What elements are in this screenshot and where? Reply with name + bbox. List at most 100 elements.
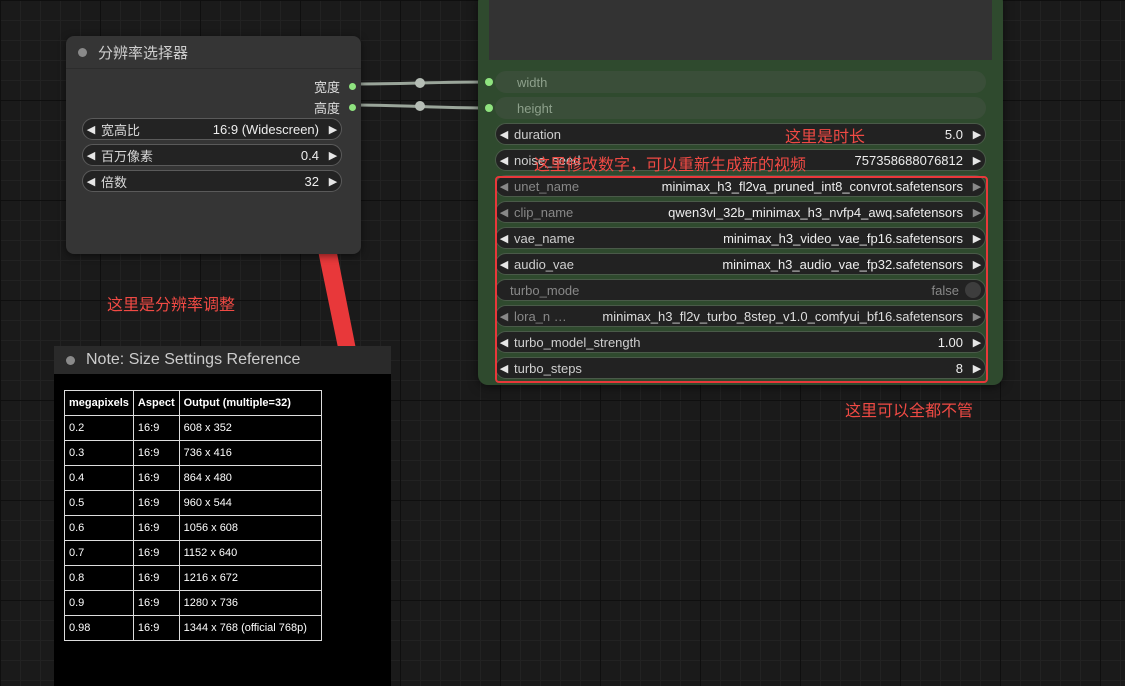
table-cell: 0.4 [64, 465, 134, 491]
header-cell: megapixels [64, 390, 134, 416]
table-row: 0.8 16:9 1216 x 672 [64, 565, 322, 591]
table-row: 0.4 16:9 864 x 480 [64, 465, 322, 491]
arrow-left-icon[interactable]: ◀ [496, 336, 512, 349]
link-width-reroute [415, 78, 425, 88]
turbo-steps-widget[interactable]: ◀ turbo_steps 8 ▶ [495, 357, 986, 379]
table-row: 0.2 16:9 608 x 352 [64, 415, 322, 441]
node-header[interactable]: 分辨率选择器 [66, 36, 361, 69]
table-cell: 0.5 [64, 490, 134, 516]
arrow-left-icon[interactable]: ◀ [496, 258, 512, 271]
arrow-right-icon[interactable]: ▶ [969, 232, 985, 245]
header-cell: Aspect [132, 390, 180, 416]
resolution-selector-node[interactable]: 分辨率选择器 宽度 高度 ◀ 宽高比 16:9 (Widescreen) ▶ ◀… [66, 36, 361, 254]
input-height[interactable]: height [495, 97, 986, 119]
arrow-left-icon[interactable]: ◀ [496, 362, 512, 375]
arrow-right-icon[interactable]: ▶ [969, 180, 985, 193]
table-cell: 16:9 [132, 490, 180, 516]
arrow-right-icon[interactable]: ▶ [969, 206, 985, 219]
table-cell: 16:9 [132, 440, 180, 466]
table-header-row: megapixels Aspect Output (multiple=32) [64, 390, 322, 416]
note-node[interactable]: Note: Size Settings Reference megapixels… [54, 346, 391, 686]
header-cell: Output (multiple=32) [178, 390, 322, 416]
lora-name-widget[interactable]: ◀ lora_n … minimax_h3_fl2v_turbo_8step_v… [495, 305, 986, 327]
output-pin-icon[interactable] [349, 83, 356, 90]
annotation-resolution: 这里是分辨率调整 [107, 297, 236, 314]
input-pin-icon[interactable] [485, 78, 493, 86]
preview-area [489, 0, 992, 60]
arrow-left-icon[interactable]: ◀ [83, 175, 99, 188]
arrow-left-icon[interactable]: ◀ [83, 123, 99, 136]
arrow-right-icon[interactable]: ▶ [325, 149, 341, 162]
table-cell: 16:9 [132, 565, 180, 591]
turbo-model-strength-widget[interactable]: ◀ turbo_model_strength 1.00 ▶ [495, 331, 986, 353]
arrow-left-icon[interactable]: ◀ [83, 149, 99, 162]
input-pin-icon[interactable] [485, 104, 493, 112]
table-cell: 16:9 [132, 615, 180, 641]
unet-name-widget[interactable]: ◀ unet_name minimax_h3_fl2va_pruned_int8… [495, 175, 986, 197]
arrow-right-icon[interactable]: ▶ [969, 154, 985, 167]
table-cell: 16:9 [132, 540, 180, 566]
table-row: 0.9 16:9 1280 x 736 [64, 590, 322, 616]
table-cell: 1216 x 672 [178, 565, 322, 591]
output-width[interactable]: 宽度 [314, 77, 356, 96]
table-cell: 1056 x 608 [178, 515, 322, 541]
annotation-ignore: 这里可以全都不管 [845, 403, 974, 420]
annotation-duration: 这里是时长 [785, 129, 866, 146]
node-header[interactable]: Note: Size Settings Reference [54, 346, 391, 374]
audio-vae-widget[interactable]: ◀ audio_vae minimax_h3_audio_vae_fp32.sa… [495, 253, 986, 275]
video-generator-node[interactable]: width height ◀ duration 5.0 ▶ ◀ noise_se… [478, 0, 1003, 385]
clip-name-widget[interactable]: ◀ clip_name qwen3vl_32b_minimax_h3_nvfp4… [495, 201, 986, 223]
megapixels-widget[interactable]: ◀ 百万像素 0.4 ▶ [82, 144, 342, 166]
table-row: 0.5 16:9 960 x 544 [64, 490, 322, 516]
size-reference-table: megapixels Aspect Output (multiple=32) 0… [64, 390, 322, 641]
table-cell: 0.3 [64, 440, 134, 466]
table-row: 0.6 16:9 1056 x 608 [64, 515, 322, 541]
table-cell: 1280 x 736 [178, 590, 322, 616]
table-row: 0.3 16:9 736 x 416 [64, 440, 322, 466]
arrow-left-icon[interactable]: ◀ [496, 154, 512, 167]
collapse-dot-icon[interactable] [78, 47, 87, 57]
table-cell: 0.2 [64, 415, 134, 441]
annotation-seed: 这里修改数字，可以重新生成新的视频 [534, 157, 807, 174]
table-cell: 960 x 544 [178, 490, 322, 516]
table-cell: 864 x 480 [178, 465, 322, 491]
arrow-right-icon[interactable]: ▶ [969, 336, 985, 349]
table-cell: 16:9 [132, 590, 180, 616]
table-cell: 16:9 [132, 465, 180, 491]
duration-widget[interactable]: ◀ duration 5.0 ▶ [495, 123, 986, 145]
vae-name-widget[interactable]: ◀ vae_name minimax_h3_video_vae_fp16.saf… [495, 227, 986, 249]
turbo-mode-toggle[interactable]: turbo_mode false [495, 279, 986, 301]
table-cell: 16:9 [132, 515, 180, 541]
arrow-right-icon[interactable]: ▶ [969, 128, 985, 141]
table-row: 0.7 16:9 1152 x 640 [64, 540, 322, 566]
aspect-ratio-widget[interactable]: ◀ 宽高比 16:9 (Widescreen) ▶ [82, 118, 342, 140]
table-cell: 736 x 416 [178, 440, 322, 466]
table-cell: 0.7 [64, 540, 134, 566]
table-cell: 608 x 352 [178, 415, 322, 441]
link-height-reroute [415, 101, 425, 111]
toggle-switch-icon[interactable] [965, 282, 981, 298]
output-height[interactable]: 高度 [314, 98, 356, 117]
output-pin-icon[interactable] [349, 104, 356, 111]
arrow-left-icon[interactable]: ◀ [496, 232, 512, 245]
node-title: Note: Size Settings Reference [86, 351, 301, 368]
arrow-left-icon[interactable]: ◀ [496, 180, 512, 193]
table-cell: 0.8 [64, 565, 134, 591]
arrow-left-icon[interactable]: ◀ [496, 128, 512, 141]
arrow-left-icon[interactable]: ◀ [496, 310, 512, 323]
multiple-widget[interactable]: ◀ 倍数 32 ▶ [82, 170, 342, 192]
collapse-dot-icon[interactable] [66, 355, 75, 365]
arrow-right-icon[interactable]: ▶ [325, 123, 341, 136]
arrow-left-icon[interactable]: ◀ [496, 206, 512, 219]
table-cell: 16:9 [132, 415, 180, 441]
arrow-right-icon[interactable]: ▶ [969, 258, 985, 271]
arrow-right-icon[interactable]: ▶ [325, 175, 341, 188]
arrow-right-icon[interactable]: ▶ [969, 310, 985, 323]
table-row: 0.98 16:9 1344 x 768 (official 768p) [64, 615, 322, 641]
arrow-right-icon[interactable]: ▶ [969, 362, 985, 375]
node-title: 分辨率选择器 [98, 44, 189, 62]
input-width[interactable]: width [495, 71, 986, 93]
table-cell: 1152 x 640 [178, 540, 322, 566]
table-cell: 0.6 [64, 515, 134, 541]
table-cell: 0.9 [64, 590, 134, 616]
